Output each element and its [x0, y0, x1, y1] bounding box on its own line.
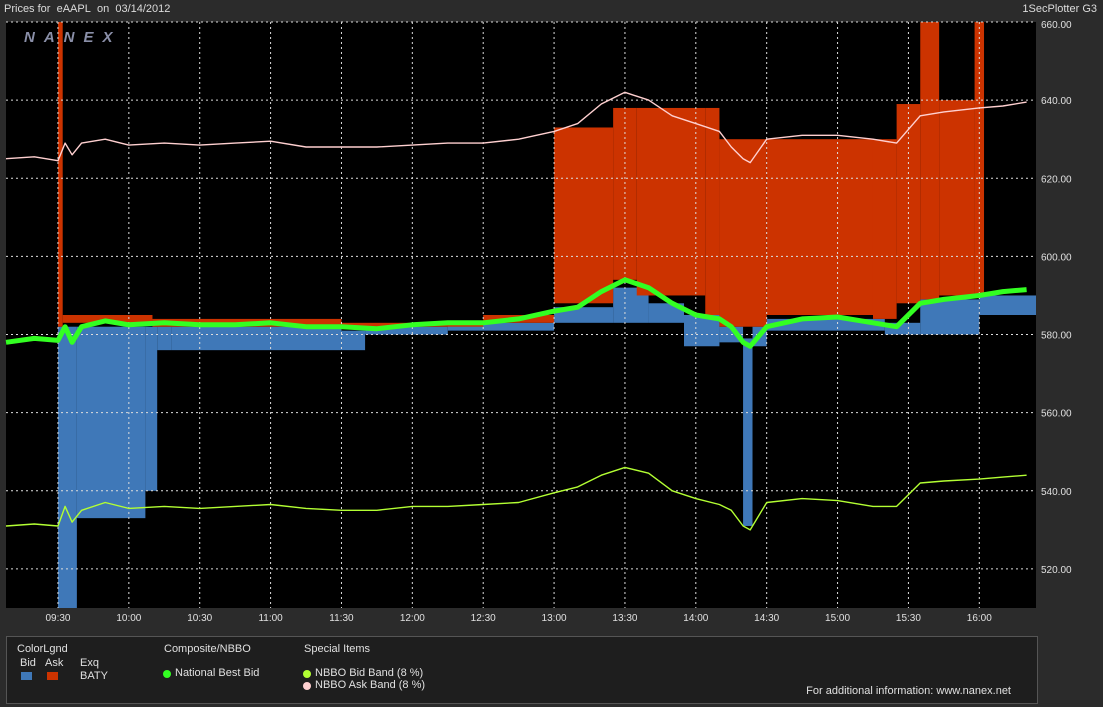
ask-band-dot: [303, 682, 311, 690]
ask-block-11: [872, 139, 897, 319]
ask-block-9: [719, 139, 767, 327]
bid-block-17: [920, 299, 980, 335]
x-axis-ticks: 09:30 10:00 10:30 11:00 11:30 12:00 12:30 13:00…: [45, 613, 992, 624]
x-tick-label: 09:30: [45, 613, 70, 624]
ask-block-7: [636, 107, 706, 296]
y-tick-label: 580.00: [1041, 331, 1072, 342]
ask-block-8: [705, 107, 720, 316]
national-best-bid-label: National Best Bid: [175, 667, 260, 679]
bid-band-label: NBBO Bid Band (8 %): [315, 667, 424, 679]
x-tick-label: 14:30: [754, 613, 779, 624]
x-tick-label: 13:30: [612, 613, 637, 624]
special-items-heading: Special Items: [304, 643, 371, 655]
bid-block-3: [157, 326, 172, 351]
x-tick-label: 12:30: [471, 613, 496, 624]
ask-block-14: [939, 100, 975, 296]
ask-legend-label: Ask: [45, 657, 64, 669]
ask-block-13: [920, 22, 940, 300]
nanex-price-chart-window: Prices for eAAPL on 03/14/2012 1SecPlott…: [0, 0, 1103, 707]
ask-color-swatch: [47, 672, 58, 680]
ask-block-5: [554, 127, 614, 304]
bid-block-13: [743, 338, 753, 526]
y-tick-label: 540.00: [1041, 487, 1072, 498]
composite-heading: Composite/NBBO: [164, 643, 251, 655]
bid-band-dot: [303, 670, 311, 678]
x-tick-label: 13:00: [542, 613, 567, 624]
ask-band-label: NBBO Ask Band (8 %): [315, 679, 426, 691]
bid-color-swatch: [21, 672, 32, 680]
color-legend-heading: ColorLgnd: [17, 643, 68, 655]
y-tick-label: 640.00: [1041, 96, 1072, 107]
y-tick-label: 660.00: [1041, 20, 1072, 31]
x-tick-label: 10:30: [187, 613, 212, 624]
x-tick-label: 10:00: [116, 613, 141, 624]
bid-block-18: [979, 295, 1036, 315]
price-chart: 520.00 540.00 560.00 580.00 600.00 620.00 640.…: [5, 20, 1072, 624]
y-tick-label: 520.00: [1041, 565, 1072, 576]
bid-block-5: [341, 330, 366, 351]
national-best-bid-dot: [163, 670, 171, 678]
ask-block-0: [57, 22, 63, 327]
x-tick-label: 14:00: [683, 613, 708, 624]
nanex-watermark: NANEX: [24, 29, 122, 46]
bid-legend-label: Bid: [20, 657, 36, 669]
x-tick-label: 12:00: [400, 613, 425, 624]
x-tick-label: 15:30: [896, 613, 921, 624]
y-axis-ticks: 520.00 540.00 560.00 580.00 600.00 620.00 640.…: [1041, 20, 1072, 576]
legend-panel: ColorLgnd Bid Ask Exq BATY Composite/NBB…: [6, 636, 1038, 704]
exchange-label: BATY: [80, 670, 108, 682]
y-tick-label: 560.00: [1041, 409, 1072, 420]
additional-info-link[interactable]: For additional information: www.nanex.ne…: [806, 685, 1011, 697]
bid-block-1: [76, 326, 146, 519]
y-tick-label: 600.00: [1041, 252, 1072, 263]
x-tick-label: 15:00: [825, 613, 850, 624]
bid-block-0: [57, 326, 77, 608]
ask-block-10: [766, 139, 873, 315]
x-tick-label: 11:00: [258, 613, 283, 624]
y-tick-label: 620.00: [1041, 174, 1072, 185]
x-tick-label: 11:30: [329, 613, 354, 624]
x-tick-label: 16:00: [967, 613, 992, 624]
exq-legend-label: Exq: [80, 657, 99, 669]
bid-block-2: [145, 326, 158, 491]
bid-block-4: [171, 326, 342, 351]
